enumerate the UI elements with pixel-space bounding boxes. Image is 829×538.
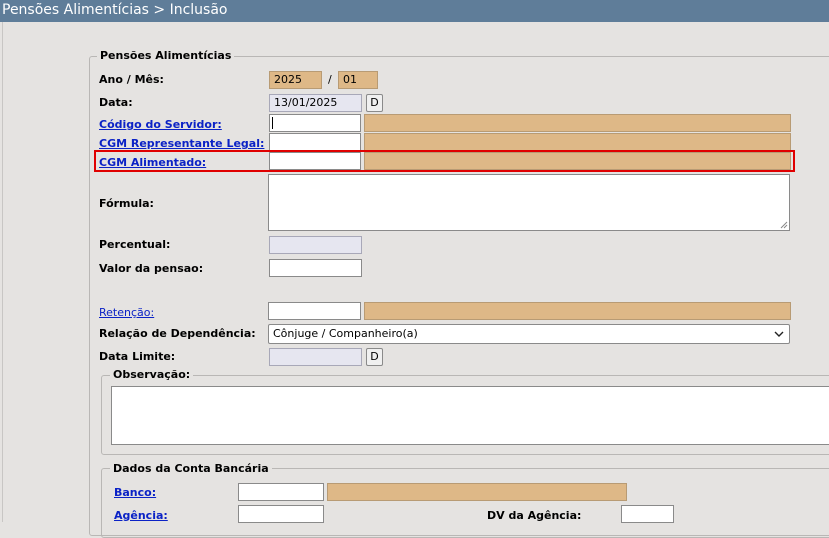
dv-agencia-input[interactable] <box>621 505 674 523</box>
relacao-dependencia-value: Cônjuge / Companheiro(a) <box>273 327 418 340</box>
cgm-alimentado-highlight <box>94 150 795 172</box>
chevron-down-icon <box>774 331 784 337</box>
relacao-dependencia-select[interactable]: Cônjuge / Companheiro(a) <box>268 324 790 344</box>
data-limite-label: Data Limite: <box>99 350 176 363</box>
percentual-input <box>269 236 362 254</box>
mes-input: 01 <box>338 71 378 89</box>
fieldset-pensoes-legend: Pensões Alimentícias <box>97 49 235 62</box>
cgm-representante-link[interactable]: CGM Representante Legal: <box>99 137 264 150</box>
formula-textarea[interactable] <box>268 174 790 231</box>
observacao-textarea[interactable] <box>111 386 829 445</box>
data-limite-input[interactable] <box>269 348 362 366</box>
frame-border <box>2 22 3 522</box>
resize-grip-icon[interactable] <box>780 221 788 229</box>
cgm-representante-description <box>364 133 791 151</box>
cgm-representante-input[interactable] <box>269 133 361 151</box>
relacao-dependencia-label: Relação de Dependência: <box>99 327 256 340</box>
retencao-description <box>364 302 791 320</box>
codigo-servidor-link[interactable]: Código do Servidor: <box>99 118 222 131</box>
banco-description <box>327 483 627 501</box>
codigo-servidor-input[interactable] <box>269 114 361 132</box>
ano-mes-separator: / <box>328 73 332 86</box>
agencia-input[interactable] <box>238 505 324 523</box>
ano-input: 2025 <box>269 71 322 89</box>
data-date-button[interactable]: D <box>366 94 383 112</box>
valor-pensao-input[interactable] <box>269 259 362 277</box>
ano-mes-label: Ano / Mês: <box>99 73 164 86</box>
dv-agencia-label: DV da Agência: <box>487 509 582 522</box>
retencao-link[interactable]: Retenção: <box>99 306 154 319</box>
formula-label: Fórmula: <box>99 197 154 210</box>
banco-input[interactable] <box>238 483 324 501</box>
data-limite-date-button[interactable]: D <box>366 348 383 366</box>
percentual-label: Percentual: <box>99 238 171 251</box>
codigo-servidor-description <box>364 114 791 132</box>
observacao-legend: Observação: <box>110 368 194 381</box>
retencao-input[interactable] <box>268 302 361 320</box>
window-title: Pensões Alimentícias > Inclusão <box>0 0 829 22</box>
fieldset-conta-bancaria <box>101 468 829 538</box>
text-cursor <box>272 117 273 129</box>
agencia-link[interactable]: Agência: <box>114 509 168 522</box>
banco-link[interactable]: Banco: <box>114 486 156 499</box>
data-input[interactable]: 13/01/2025 <box>269 94 362 112</box>
valor-pensao-label: Valor da pensao: <box>99 262 204 275</box>
data-label: Data: <box>99 96 133 109</box>
conta-bancaria-legend: Dados da Conta Bancária <box>110 462 272 475</box>
